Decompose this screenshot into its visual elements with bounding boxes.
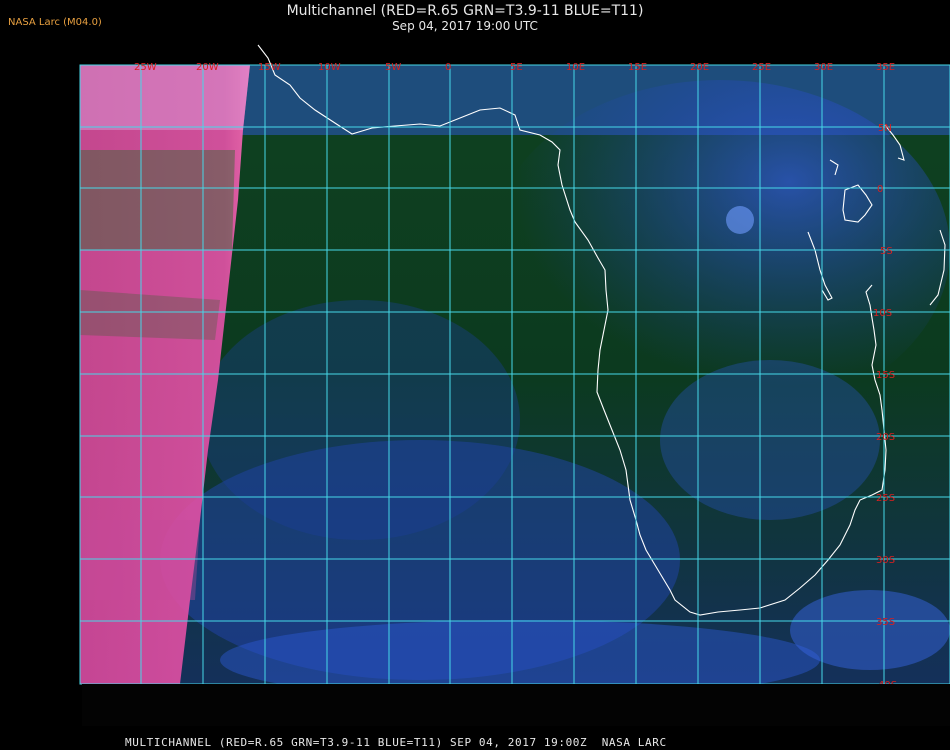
lat-label-5n: 5N (878, 123, 892, 134)
lon-label-0: 0 (445, 62, 451, 73)
lon-label-5e: 5E (510, 62, 523, 73)
lat-label-30s: 30S (876, 555, 895, 566)
lon-label-15w: 15W (258, 62, 281, 73)
lon-label-20e: 20E (690, 62, 709, 73)
footer-caption: MULTICHANNEL (RED=R.65 GRN=T3.9-11 BLUE=… (125, 736, 667, 749)
lon-label-20w: 20W (196, 62, 219, 73)
lon-label-5w: 5W (385, 62, 401, 73)
daylight-cloud-band (80, 150, 235, 250)
lon-label-15e: 15E (628, 62, 647, 73)
lon-label-25w: 25W (134, 62, 157, 73)
lon-label-25e: 25E (752, 62, 771, 73)
satellite-map: 25W 20W 15W 10W 5W 0 5E 10E 15E 20E 25E … (79, 44, 950, 700)
lat-label-5s: 5S (880, 246, 893, 257)
lat-label-35s: 35S (876, 617, 895, 628)
lat-label-0: 0 (877, 184, 883, 195)
lat-label-10s: 10S (873, 308, 892, 319)
lat-label-20s: 20S (876, 432, 895, 443)
lon-label-10w: 10W (318, 62, 341, 73)
bottom-strip (82, 684, 950, 726)
lon-label-30e: 30E (814, 62, 833, 73)
lon-label-10e: 10E (566, 62, 585, 73)
lon-label-35e: 35E (876, 62, 895, 73)
lat-label-15s: 15S (876, 370, 895, 381)
lat-label-25s: 25S (876, 493, 895, 504)
